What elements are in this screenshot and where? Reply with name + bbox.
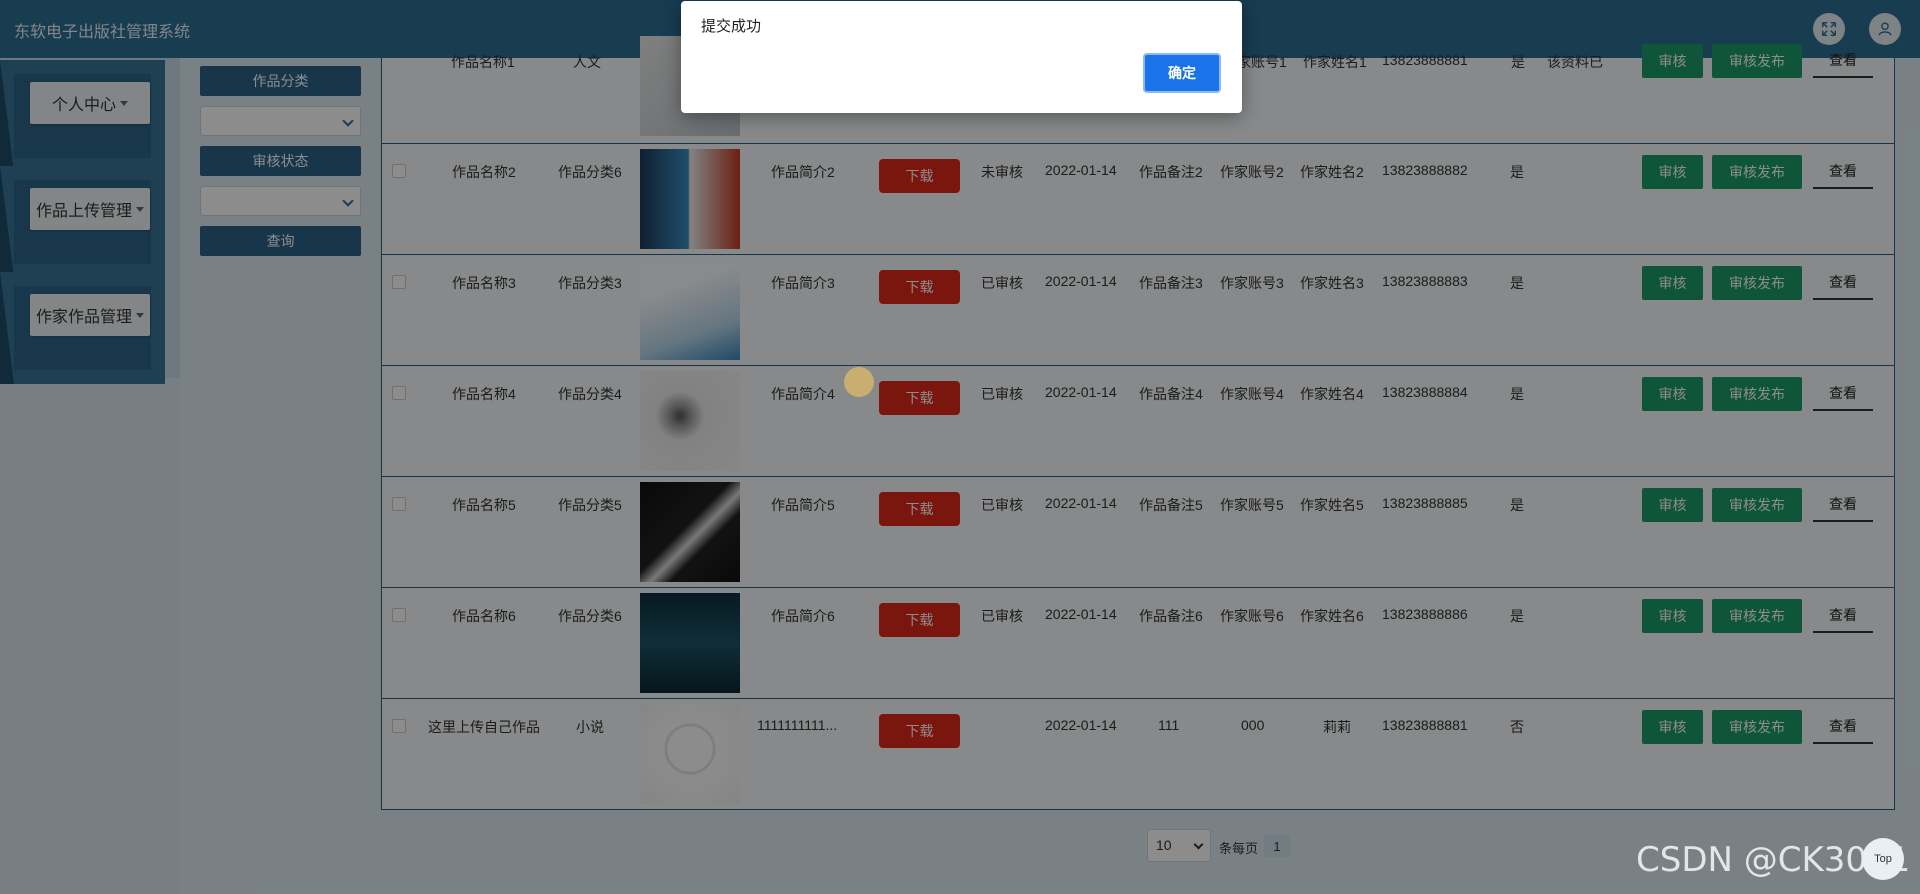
modal-overlay (0, 0, 1920, 894)
dialog-message: 提交成功 (701, 18, 762, 35)
ok-button[interactable]: 确定 (1143, 53, 1221, 93)
alert-dialog: 提交成功 确定 (681, 1, 1242, 113)
cursor-highlight (844, 367, 874, 397)
back-to-top-button[interactable]: Top (1862, 838, 1904, 880)
